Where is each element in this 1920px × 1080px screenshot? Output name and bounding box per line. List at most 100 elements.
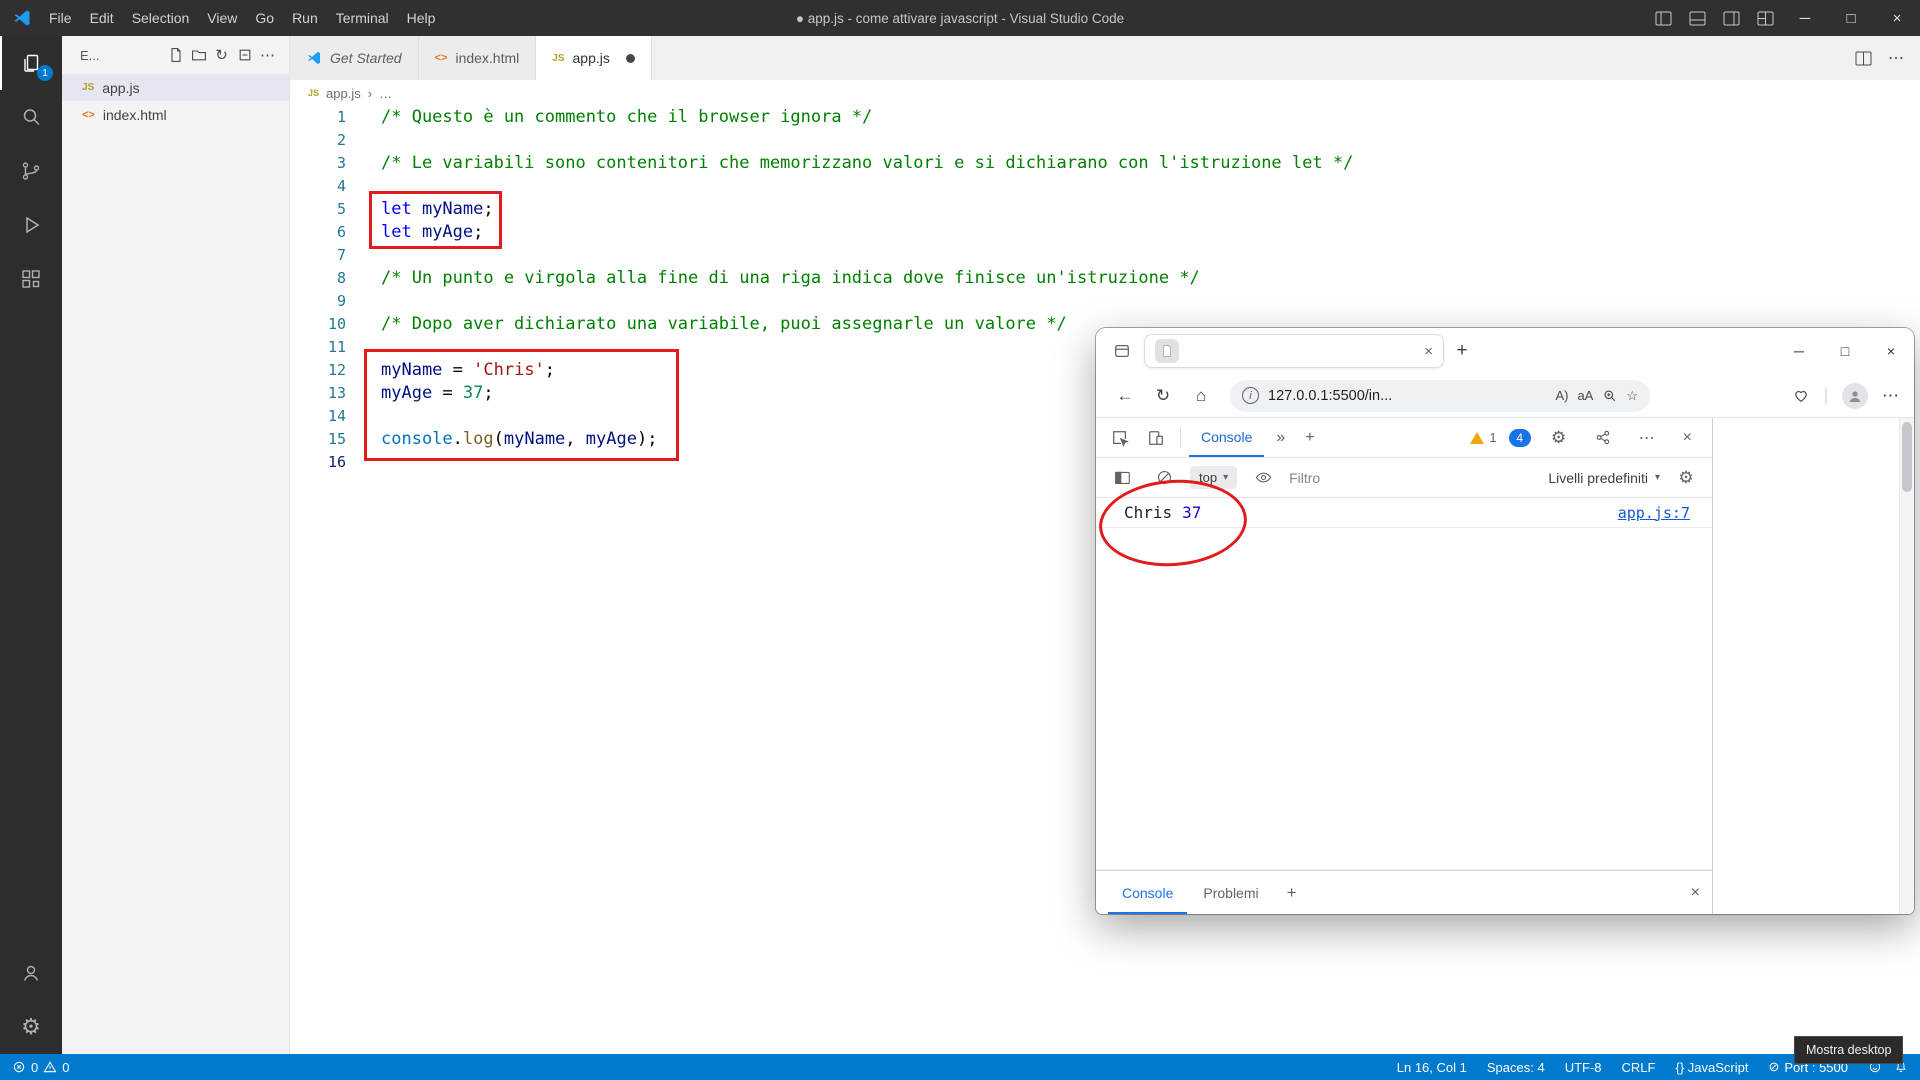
page-scrollbar[interactable] xyxy=(1899,418,1914,914)
tab-index.html[interactable]: <>index.html xyxy=(419,36,537,80)
inspect-element-icon[interactable] xyxy=(1104,422,1136,454)
new-folder-icon[interactable] xyxy=(187,44,210,66)
browser-close-button[interactable]: × xyxy=(1868,328,1914,374)
split-editor-icon[interactable] xyxy=(1855,51,1872,66)
indentation[interactable]: Spaces: 4 xyxy=(1487,1060,1545,1075)
source-control-icon[interactable] xyxy=(0,144,62,198)
scrollbar-thumb[interactable] xyxy=(1902,422,1912,492)
explorer-icon[interactable]: 1 xyxy=(0,36,62,90)
code-line[interactable]: 7 xyxy=(290,244,1920,267)
console-sidebar-icon[interactable] xyxy=(1106,462,1138,494)
editor-more-actions-icon[interactable]: ⋯ xyxy=(1888,48,1904,68)
menu-edit[interactable]: Edit xyxy=(81,10,123,26)
new-file-icon[interactable] xyxy=(164,44,187,66)
code-line[interactable]: 3/* Le variabili sono contenitori che me… xyxy=(290,152,1920,175)
more-tabs-icon[interactable]: » xyxy=(1268,429,1293,447)
devtools-menu-icon[interactable]: ⋯ xyxy=(1631,428,1663,448)
browser-settings-menu-icon[interactable]: ⋯ xyxy=(1882,386,1900,406)
file-item-app.js[interactable]: JSapp.js xyxy=(62,74,289,101)
breadcrumb-symbol[interactable]: … xyxy=(379,86,392,101)
reload-icon[interactable]: ↻ xyxy=(1148,381,1178,411)
menu-file[interactable]: File xyxy=(40,10,81,26)
device-emulation-icon[interactable] xyxy=(1140,422,1172,454)
menu-run[interactable]: Run xyxy=(283,10,327,26)
warnings-counter[interactable]: 1 xyxy=(1470,430,1496,445)
minimize-button[interactable]: ─ xyxy=(1782,0,1828,36)
code-line[interactable]: 9 xyxy=(290,290,1920,313)
drawer-tab-console[interactable]: Console xyxy=(1108,871,1187,914)
cursor-position[interactable]: Ln 16, Col 1 xyxy=(1397,1060,1467,1075)
log-source-link[interactable]: app.js:7 xyxy=(1618,504,1690,522)
refresh-icon[interactable]: ↻ xyxy=(210,44,233,66)
site-info-icon[interactable]: i xyxy=(1242,387,1259,404)
tab-actions-menu-icon[interactable] xyxy=(1106,335,1138,367)
breadcrumb[interactable]: JS app.js › … xyxy=(290,80,1920,106)
toggle-secondary-sidebar-icon[interactable] xyxy=(1714,0,1748,36)
address-bar[interactable]: i 127.0.0.1:5500/in... A) aA ☆ xyxy=(1230,380,1650,412)
devtools-settings-gear-icon[interactable]: ⚙ xyxy=(1543,422,1575,454)
code-line[interactable]: 1/* Questo è un commento che il browser … xyxy=(290,106,1920,129)
log-levels-selector[interactable]: Livelli predefiniti ▾ xyxy=(1548,470,1660,486)
devtools-close-icon[interactable]: × xyxy=(1675,429,1700,447)
account-icon[interactable] xyxy=(0,946,62,1000)
toggle-sidebar-icon[interactable] xyxy=(1646,0,1680,36)
code-line[interactable]: 4 xyxy=(290,175,1920,198)
menu-terminal[interactable]: Terminal xyxy=(327,10,398,26)
code-line[interactable]: 2 xyxy=(290,129,1920,152)
language-mode[interactable]: {} JavaScript xyxy=(1675,1060,1748,1075)
menu-view[interactable]: View xyxy=(198,10,246,26)
browser-essentials-icon[interactable] xyxy=(1792,387,1810,405)
code-line[interactable]: 8/* Un punto e virgola alla fine di una … xyxy=(290,267,1920,290)
back-icon[interactable]: ← xyxy=(1110,381,1140,411)
collapse-all-icon[interactable] xyxy=(233,44,256,66)
toggle-panel-icon[interactable] xyxy=(1680,0,1714,36)
drawer-tab-problems[interactable]: Problemi xyxy=(1189,871,1272,914)
tab-app.js[interactable]: JSapp.js xyxy=(536,36,652,80)
console-settings-gear-icon[interactable]: ⚙ xyxy=(1670,462,1702,494)
breadcrumb-file[interactable]: app.js xyxy=(326,86,361,101)
live-expression-eye-icon[interactable] xyxy=(1247,462,1279,494)
clear-console-icon[interactable] xyxy=(1148,462,1180,494)
menu-go[interactable]: Go xyxy=(246,10,283,26)
url-text[interactable]: 127.0.0.1:5500/in... xyxy=(1268,388,1546,404)
settings-gear-icon[interactable]: ⚙ xyxy=(0,1000,62,1054)
problems-indicator[interactable]: 0 0 xyxy=(12,1060,69,1075)
browser-tab[interactable]: × xyxy=(1144,334,1444,368)
tab-close-icon[interactable]: × xyxy=(1424,343,1433,360)
frame-selector[interactable]: top ▾ xyxy=(1190,466,1237,489)
favorite-star-icon[interactable]: ☆ xyxy=(1626,388,1638,404)
more-actions-icon[interactable]: ⋯ xyxy=(256,44,279,66)
drawer-close-icon[interactable]: × xyxy=(1691,884,1700,902)
run-debug-icon[interactable] xyxy=(0,198,62,252)
connections-icon[interactable] xyxy=(1587,422,1619,454)
console-filter-input[interactable] xyxy=(1289,470,1479,486)
translate-icon[interactable]: aA xyxy=(1577,388,1593,403)
read-aloud-icon[interactable]: A) xyxy=(1555,388,1568,403)
devtools-tab-console[interactable]: Console xyxy=(1189,418,1264,457)
page-viewport[interactable] xyxy=(1713,418,1914,914)
customize-layout-icon[interactable] xyxy=(1748,0,1782,36)
messages-counter[interactable]: 4 xyxy=(1509,429,1531,447)
profile-avatar[interactable] xyxy=(1842,383,1868,409)
search-icon[interactable] xyxy=(0,90,62,144)
vscode-logo-icon[interactable] xyxy=(12,8,32,28)
browser-maximize-button[interactable]: □ xyxy=(1822,328,1868,374)
close-button[interactable]: × xyxy=(1874,0,1920,36)
browser-minimize-button[interactable]: ─ xyxy=(1776,328,1822,374)
menu-selection[interactable]: Selection xyxy=(123,10,199,26)
extensions-icon[interactable] xyxy=(0,252,62,306)
tab-get-started[interactable]: Get Started xyxy=(290,36,419,80)
eol[interactable]: CRLF xyxy=(1622,1060,1656,1075)
encoding[interactable]: UTF-8 xyxy=(1565,1060,1602,1075)
drawer-add-tab-icon[interactable]: + xyxy=(1275,883,1309,903)
menu-help[interactable]: Help xyxy=(398,10,445,26)
code-line[interactable]: 5let myName; xyxy=(290,198,1920,221)
home-icon[interactable]: ⌂ xyxy=(1186,381,1216,411)
add-tool-icon[interactable]: + xyxy=(1297,429,1322,447)
maximize-button[interactable]: □ xyxy=(1828,0,1874,36)
new-tab-button[interactable]: + xyxy=(1444,340,1480,362)
zoom-icon[interactable] xyxy=(1602,388,1617,403)
code-line[interactable]: 6let myAge; xyxy=(290,221,1920,244)
file-item-index.html[interactable]: <>index.html xyxy=(62,101,289,128)
unsaved-dot-icon[interactable] xyxy=(626,54,635,63)
